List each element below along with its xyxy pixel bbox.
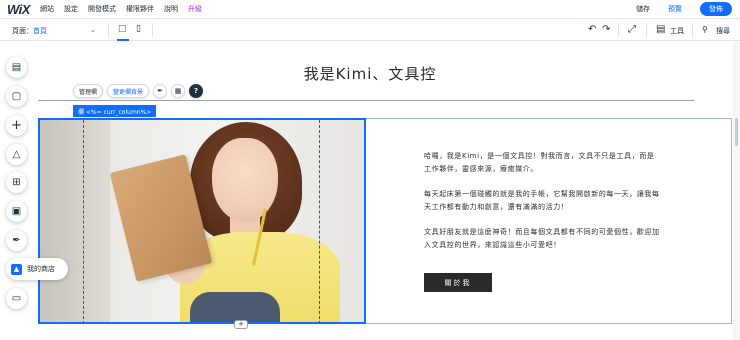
page-name: 首頁 [33, 27, 47, 35]
toolbar-divider [646, 23, 647, 37]
layout-icon[interactable]: ▦ [171, 84, 186, 98]
photo-wall [40, 120, 110, 322]
photo-face [212, 138, 278, 222]
manage-columns-button[interactable]: 管理欄 [73, 84, 104, 98]
chevron-down-icon[interactable]: ⌄ [90, 26, 96, 34]
toolbar-divider [692, 23, 693, 37]
header-divider [38, 100, 694, 101]
store-icon: ▲ [11, 263, 22, 275]
preview-link[interactable]: 預覽 [668, 4, 682, 14]
site-title[interactable]: 我是Kimi、文具控 [0, 63, 740, 84]
store-label: 我的商店 [27, 265, 55, 273]
menu-help[interactable]: 說明 [164, 4, 178, 14]
wix-editor: WiX 網站 設定 開發模式 權限夥伴 說明 升級 儲存 預覽 發佈 頁面：首頁… [0, 0, 740, 340]
pen-tool-icon[interactable]: ✒ [6, 230, 27, 251]
scrollbar-thumb[interactable] [735, 118, 738, 146]
add-section-handle[interactable]: + [234, 320, 248, 329]
menu-upgrade[interactable]: 升級 [188, 4, 202, 14]
about-me-button[interactable]: 關於我 [424, 273, 492, 292]
publish-button[interactable]: 發佈 [700, 2, 732, 16]
my-store-button[interactable]: ▲ 我的商店 [6, 258, 68, 280]
about-text[interactable]: 哈囉，我是Kimi，是一個文具控！對我而言，文具不只是工具，而是工作夥伴，靈感來… [424, 150, 660, 264]
toolbar-divider [618, 23, 619, 37]
top-menu-bar: WiX 網站 設定 開發模式 權限夥伴 說明 升級 儲存 預覽 發佈 [0, 0, 740, 19]
desktop-active-indicator [117, 39, 129, 41]
search-label[interactable]: 搜尋 [716, 26, 730, 36]
about-paragraph: 哈囉，我是Kimi，是一個文具控！對我而言，文具不只是工具，而是工作夥伴，靈感來… [424, 152, 655, 173]
top-actions: 儲存 預覽 發佈 [636, 2, 732, 16]
gridline-left [83, 120, 84, 324]
tools-label[interactable]: 工具 [670, 26, 684, 36]
editor-toolbar: 頁面：首頁 ⌄ □ ▯ ↶ ↷ ⤢ ▤ 工具 ⚲ 搜尋 [0, 20, 740, 41]
header-actions: 管理欄 變更欄背景 ✒ ▦ ? [73, 84, 207, 98]
right-scrollbar-track[interactable] [733, 42, 740, 340]
help-icon[interactable]: ? [189, 84, 204, 98]
add-icon[interactable]: + [6, 115, 27, 136]
toolbar-divider [108, 23, 109, 37]
change-background-button[interactable]: 變更欄背景 [107, 84, 150, 98]
redo-icon[interactable]: ↷ [602, 24, 610, 35]
menu-dev-mode[interactable]: 開發模式 [88, 4, 116, 14]
desktop-icon[interactable]: □ [118, 24, 127, 34]
toolbar-divider [152, 23, 153, 37]
pen-icon[interactable]: ✒ [153, 84, 168, 98]
menu-partners[interactable]: 權限夥伴 [126, 4, 154, 14]
mobile-icon[interactable]: ▯ [136, 24, 141, 34]
pages-icon[interactable]: ▤ [6, 57, 27, 78]
gridline-right [319, 120, 320, 324]
business-icon[interactable]: ▭ [6, 288, 27, 309]
column-tag[interactable]: 欄 <%= curr_column%> [73, 105, 157, 117]
search-icon[interactable]: ⚲ [702, 25, 708, 34]
background-icon[interactable]: ▢ [6, 86, 27, 107]
page-selector-label: 頁面： [12, 27, 33, 35]
about-paragraph: 每天起床第一個碰觸的就是我的手帳，它幫我開啟新的每一天，讓我每天工作都有動力和創… [424, 190, 660, 211]
photo-jeans [190, 292, 280, 322]
selected-column[interactable] [38, 118, 366, 324]
menu-site[interactable]: 網站 [40, 4, 54, 14]
tools-icon[interactable]: ▤ [656, 24, 665, 35]
about-paragraph: 文具好朋友就是這麼神奇！而且每個文具都有不同的可愛個性，歡迎加入文具控的世界，來… [424, 228, 660, 249]
save-link[interactable]: 儲存 [636, 4, 650, 14]
hero-photo[interactable] [40, 120, 364, 322]
design-icon[interactable]: △ [6, 144, 27, 165]
apps-icon[interactable]: ⊞ [6, 172, 27, 193]
media-icon[interactable]: ▣ [6, 201, 27, 222]
page-selector[interactable]: 頁面：首頁 [12, 26, 47, 36]
wix-logo[interactable]: WiX [7, 2, 30, 17]
zoom-out-icon[interactable]: ⤢ [628, 24, 636, 35]
undo-icon[interactable]: ↶ [588, 24, 596, 35]
menu-settings[interactable]: 設定 [64, 4, 78, 14]
